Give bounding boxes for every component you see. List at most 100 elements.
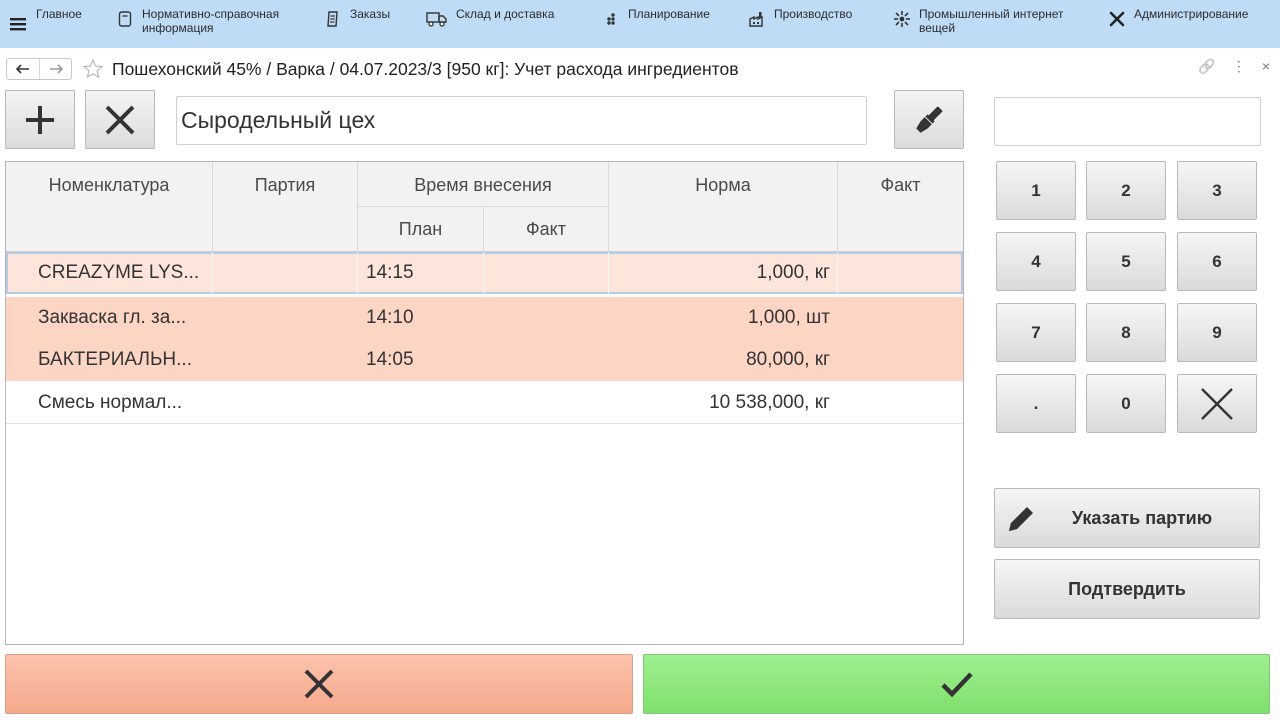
delete-button[interactable] xyxy=(85,90,155,149)
key-3[interactable]: 3 xyxy=(1177,161,1257,220)
ingredients-table: Номенклатура Партия Время внесения План … xyxy=(5,161,964,645)
nav-item-orders[interactable]: Заказы xyxy=(322,0,424,29)
window-tools: 🔗 ⋮ × xyxy=(1198,58,1270,75)
workshop-value: Сыродельный цех xyxy=(181,107,376,133)
clear-icon xyxy=(1201,387,1233,420)
cell-fact-time xyxy=(492,297,602,339)
cell-batch xyxy=(218,339,348,381)
cell-norm: 80,000, кг xyxy=(746,349,830,370)
cell-fact-time xyxy=(492,339,602,381)
key-dot[interactable]: . xyxy=(996,374,1076,433)
key-5[interactable]: 5 xyxy=(1086,232,1166,291)
cell-nomenclature: БАКТЕРИАЛЬН... xyxy=(38,349,192,370)
title-bar: Пошехонский 45% / Варка / 04.07.2023/3 [… xyxy=(0,52,1280,86)
cell-fact-time xyxy=(492,252,602,294)
back-button[interactable] xyxy=(7,59,39,79)
cell-norm: 1,000, шт xyxy=(747,307,830,328)
factory-icon xyxy=(746,9,768,29)
nav-item-label: Планирование xyxy=(628,7,710,21)
key-8[interactable]: 8 xyxy=(1086,303,1166,362)
plus-icon xyxy=(26,105,54,134)
hamburger-icon[interactable] xyxy=(0,0,36,48)
link-icon[interactable]: 🔗 xyxy=(1198,58,1215,75)
key-0[interactable]: 0 xyxy=(1086,374,1166,433)
book-icon xyxy=(114,9,136,29)
nav-item-label: Администрирование xyxy=(1134,7,1249,21)
key-2[interactable]: 2 xyxy=(1086,161,1166,220)
confirm-label: Подтвердить xyxy=(1068,578,1186,599)
column-header-norm[interactable]: Норма xyxy=(609,162,837,252)
cell-batch xyxy=(218,297,348,339)
close-window-icon[interactable]: × xyxy=(1262,58,1270,75)
arrow-left-icon xyxy=(16,64,29,74)
column-header-fact[interactable]: Факт xyxy=(838,162,963,252)
table-row[interactable]: CREAZYME LYS... 14:15 1,000, кг xyxy=(6,252,963,294)
page-title: Пошехонский 45% / Варка / 04.07.2023/3 [… xyxy=(112,58,739,79)
nav-item-label: Производство xyxy=(774,7,853,21)
column-header-plan[interactable]: План xyxy=(358,206,483,252)
checkmark-icon xyxy=(940,672,973,698)
nav-item-label: Нормативно-справочная информация xyxy=(142,7,280,35)
cell-plan: 14:10 xyxy=(366,307,414,328)
key-1[interactable]: 1 xyxy=(996,161,1076,220)
cancel-button[interactable] xyxy=(5,654,633,714)
table-row[interactable]: Смесь нормал... 10 538,000, кг xyxy=(6,382,963,424)
column-header-fact-time[interactable]: Факт xyxy=(484,206,608,252)
table-header: Номенклатура Партия Время внесения План … xyxy=(6,162,963,252)
set-batch-button[interactable]: Указать партию xyxy=(994,488,1260,548)
nav-item-label: Склад и доставка xyxy=(456,7,555,21)
numeric-display[interactable] xyxy=(994,97,1261,146)
planning-icon xyxy=(600,9,622,29)
forward-button[interactable] xyxy=(39,59,71,79)
key-4[interactable]: 4 xyxy=(996,232,1076,291)
truck-icon xyxy=(424,9,450,29)
column-header-nomenclature[interactable]: Номенклатура xyxy=(6,162,212,252)
cross-icon xyxy=(105,105,135,134)
column-header-time: Время внесения xyxy=(414,175,552,195)
history-buttons xyxy=(6,58,72,80)
favorite-star-icon[interactable] xyxy=(82,58,104,80)
nav-item-label: Главное xyxy=(36,7,82,21)
cell-batch xyxy=(218,252,348,294)
workshop-field[interactable]: Сыродельный цех xyxy=(176,96,867,145)
nav-item-administration[interactable]: Администрирование xyxy=(1106,0,1278,29)
table-row[interactable]: Закваска гл. за... 14:10 1,000, шт xyxy=(6,297,963,339)
cell-plan xyxy=(366,382,476,424)
iot-icon xyxy=(891,9,913,29)
nav-item-production[interactable]: Производство xyxy=(746,0,891,29)
nav-item-label: Заказы xyxy=(350,7,391,21)
cell-nomenclature: CREAZYME LYS... xyxy=(38,262,200,283)
cell-nomenclature: Смесь нормал... xyxy=(38,392,183,413)
confirm-button[interactable]: Подтвердить xyxy=(994,559,1260,619)
nav-item-planning[interactable]: Планирование xyxy=(600,0,746,29)
nav-item-reference[interactable]: Нормативно-справочная информация xyxy=(114,0,322,35)
cell-norm: 10 538,000, кг xyxy=(709,392,830,413)
nav-item-main[interactable]: Главное xyxy=(36,0,114,21)
ok-button[interactable] xyxy=(643,654,1270,714)
key-6[interactable]: 6 xyxy=(1177,232,1257,291)
cell-fact xyxy=(846,297,956,339)
nav-item-label: Промышленный интернет вещей xyxy=(919,7,1064,35)
key-clear[interactable] xyxy=(1177,374,1257,433)
arrow-right-icon xyxy=(49,64,63,74)
table-row[interactable]: БАКТЕРИАЛЬН... 14:05 80,000, кг xyxy=(6,339,963,381)
cell-plan: 14:05 xyxy=(366,349,414,370)
nav-item-warehouse[interactable]: Склад и доставка xyxy=(424,0,600,29)
cell-fact-time xyxy=(492,382,602,424)
brush-icon xyxy=(916,106,943,133)
column-header-batch[interactable]: Партия xyxy=(213,162,357,252)
cell-batch xyxy=(218,382,348,424)
cell-fact xyxy=(846,252,956,294)
brush-button[interactable] xyxy=(894,90,964,149)
key-7[interactable]: 7 xyxy=(996,303,1076,362)
tools-icon xyxy=(1106,9,1128,29)
cell-fact xyxy=(846,339,956,381)
cell-plan: 14:15 xyxy=(366,262,414,283)
key-9[interactable]: 9 xyxy=(1177,303,1257,362)
orders-icon xyxy=(322,9,344,29)
add-button[interactable] xyxy=(5,90,75,149)
cell-norm: 1,000, кг xyxy=(756,262,830,283)
pencil-icon xyxy=(1009,507,1033,531)
nav-item-iot[interactable]: Промышленный интернет вещей xyxy=(891,0,1106,35)
more-menu-icon[interactable]: ⋮ xyxy=(1232,58,1246,75)
